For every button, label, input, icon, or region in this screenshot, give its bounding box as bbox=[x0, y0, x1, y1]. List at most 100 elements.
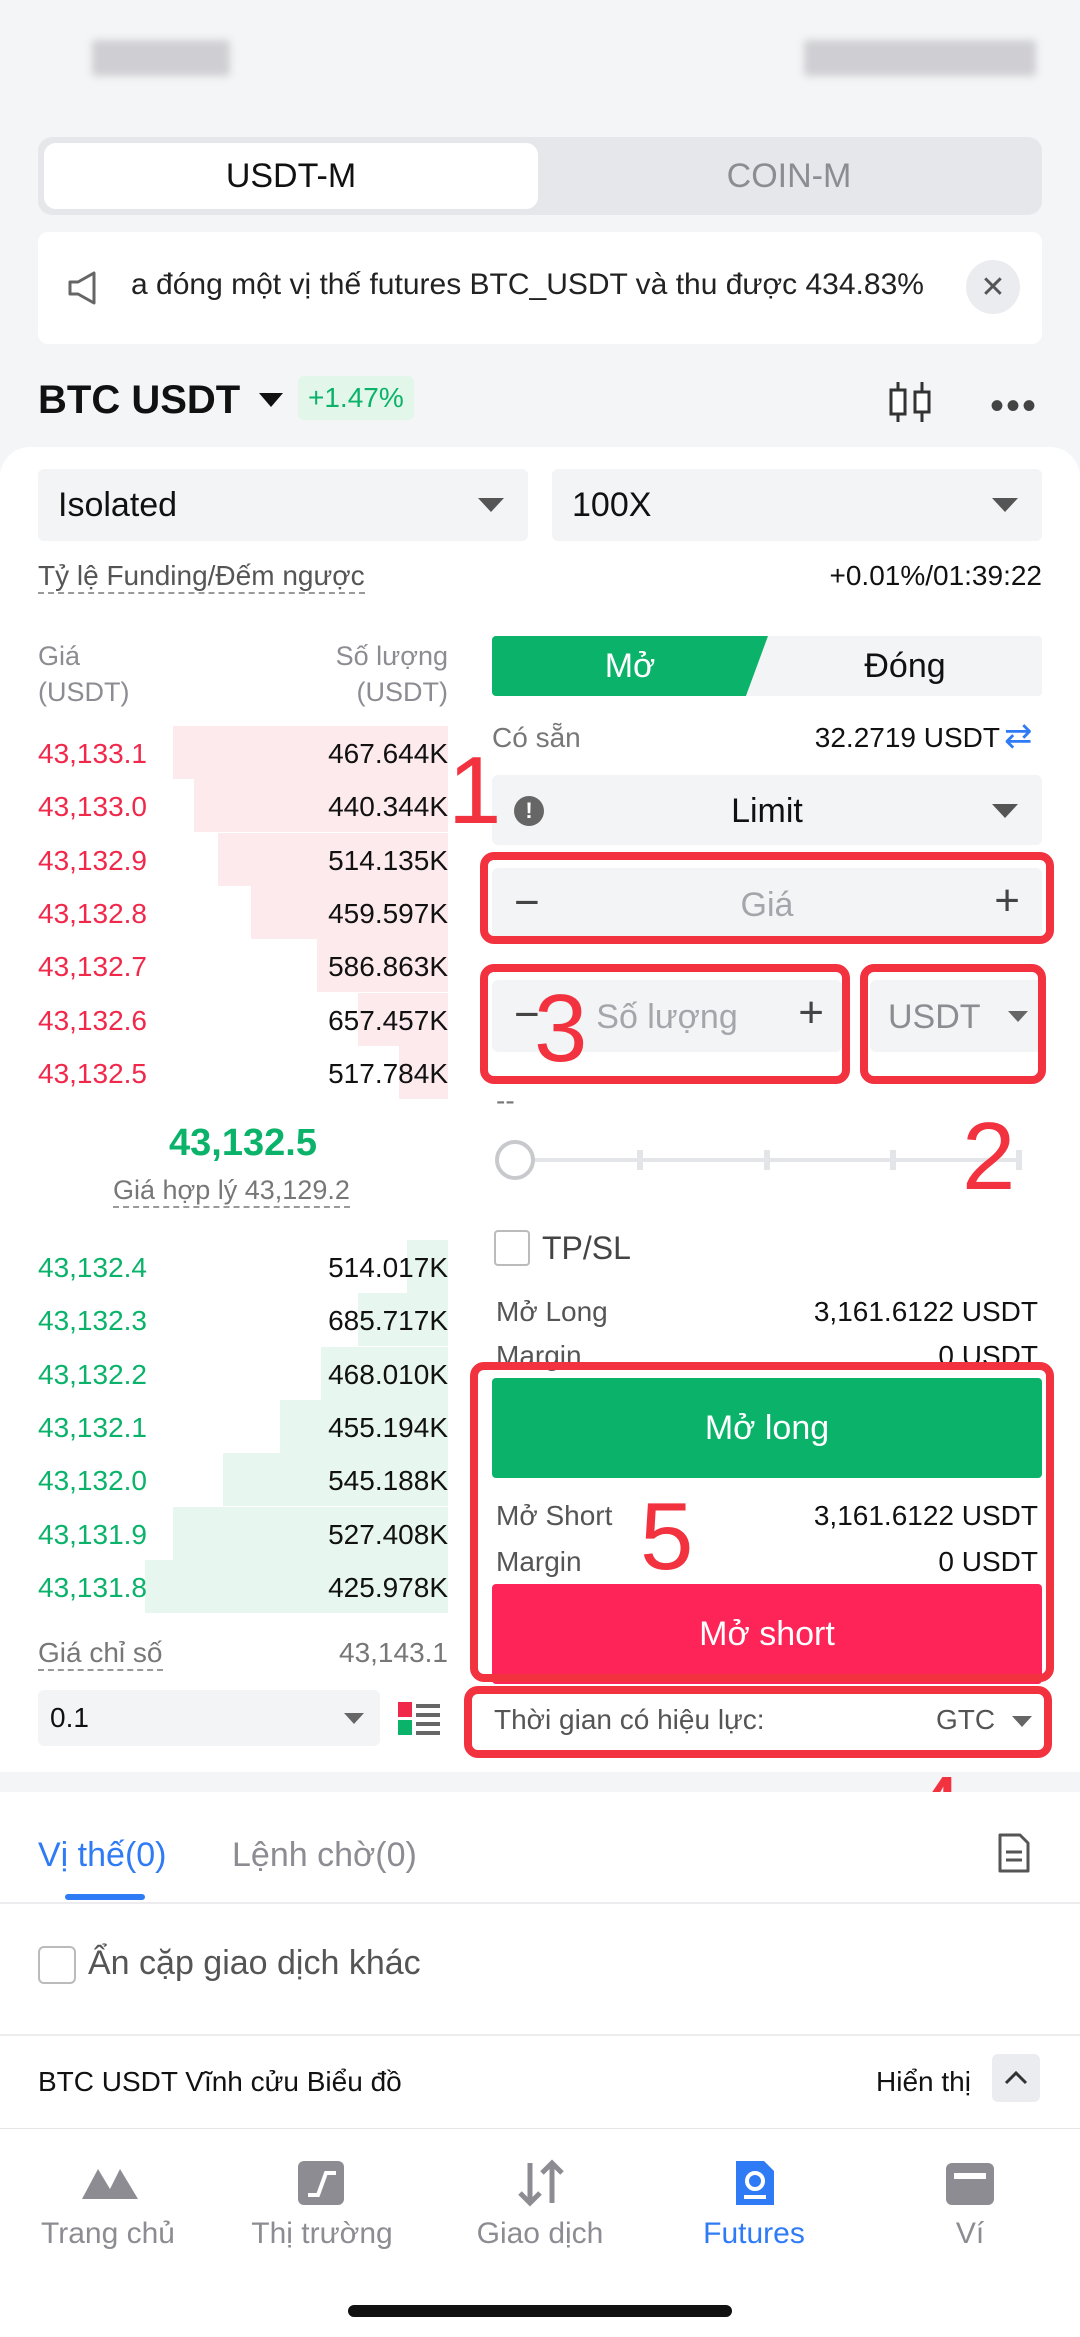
last-price: 43,132.5 bbox=[169, 1122, 317, 1164]
nav-trade[interactable]: Giao dịch bbox=[440, 2159, 640, 2251]
nav-home[interactable]: Trang chủ bbox=[8, 2159, 208, 2251]
order-type-select[interactable]: ! Limit bbox=[492, 775, 1042, 845]
nav-markets[interactable]: Thị trường bbox=[222, 2159, 422, 2251]
chart-show-label[interactable]: Hiển thị bbox=[876, 2066, 971, 2098]
nav-futures[interactable]: Futures bbox=[654, 2159, 854, 2251]
orderbook-qty-header: Số lượng (USDT) bbox=[335, 641, 448, 707]
bid-price: 43,132.1 bbox=[38, 1411, 147, 1443]
ask-price: 43,133.1 bbox=[38, 738, 147, 769]
bid-quantity: 545.188K bbox=[328, 1465, 448, 1497]
ask-price: 43,132.9 bbox=[38, 844, 147, 876]
bid-price: 43,132.3 bbox=[38, 1305, 147, 1337]
ask-row[interactable]: 43,132.5 517.784K bbox=[38, 1045, 448, 1099]
bid-row[interactable]: 43,132.4 514.017K bbox=[38, 1240, 448, 1293]
index-price-label[interactable]: Giá chỉ số bbox=[38, 1637, 163, 1671]
wallet-icon bbox=[942, 2159, 998, 2207]
nav-wallet[interactable]: Ví bbox=[870, 2159, 1070, 2251]
bid-row[interactable]: 43,131.8 425.978K bbox=[38, 1559, 448, 1613]
trade-arrows-icon bbox=[512, 2159, 568, 2207]
index-price-value: 43,143.1 bbox=[339, 1637, 448, 1668]
chevron-up-icon[interactable] bbox=[992, 2054, 1040, 2102]
ask-quantity: 657.457K bbox=[328, 1004, 448, 1036]
annotation-number-2: 2 bbox=[962, 1103, 1016, 1210]
ask-row[interactable]: 43,132.9 514.135K bbox=[38, 832, 448, 886]
bid-row[interactable]: 43,132.0 545.188K bbox=[38, 1453, 448, 1507]
divider bbox=[0, 1902, 1080, 1904]
bid-price: 43,132.2 bbox=[38, 1358, 147, 1390]
bid-quantity: 527.408K bbox=[328, 1518, 448, 1550]
bid-price: 43,132.4 bbox=[38, 1252, 147, 1283]
funding-rate-value: +0.01%/01:39:22 bbox=[829, 560, 1042, 591]
ask-price: 43,132.6 bbox=[38, 1004, 147, 1036]
futures-icon bbox=[726, 2159, 782, 2207]
bid-row[interactable]: 43,132.2 468.010K bbox=[38, 1346, 448, 1400]
ask-price: 43,132.7 bbox=[38, 951, 147, 983]
ask-price: 43,132.8 bbox=[38, 897, 147, 929]
ask-quantity: 440.344K bbox=[328, 791, 448, 823]
long-cost-value: 3,161.6122 USDT bbox=[813, 1296, 1038, 1327]
ask-row[interactable]: 43,132.6 657.457K bbox=[38, 992, 448, 1046]
close-ticker-icon[interactable]: ✕ bbox=[966, 260, 1020, 314]
annotation-box-buttons bbox=[470, 1362, 1054, 1682]
chevron-down-icon bbox=[478, 498, 504, 512]
funding-rate-label[interactable]: Tỷ lệ Funding/Đếm ngược bbox=[38, 560, 365, 594]
bid-quantity: 455.194K bbox=[328, 1411, 448, 1443]
document-icon[interactable] bbox=[996, 1832, 1032, 1879]
bid-price: 43,132.0 bbox=[38, 1465, 147, 1497]
long-cost-label: Mở Long bbox=[496, 1296, 608, 1327]
precision-select[interactable]: 0.1 bbox=[38, 1690, 380, 1746]
slider-handle[interactable] bbox=[495, 1140, 535, 1180]
annotation-number-3: 3 bbox=[534, 975, 588, 1082]
tab-usdt-m[interactable]: USDT-M bbox=[44, 143, 538, 209]
ask-row[interactable]: 43,133.0 440.344K bbox=[38, 779, 448, 833]
orderbook-layout-icon[interactable] bbox=[398, 1702, 440, 1741]
ask-quantity: 467.644K bbox=[328, 738, 448, 769]
market-type-tabs: USDT-M COIN-M bbox=[38, 137, 1042, 215]
bid-price: 43,131.8 bbox=[38, 1571, 147, 1603]
amount-slider[interactable] bbox=[492, 1140, 1042, 1180]
precision-value: 0.1 bbox=[50, 1702, 89, 1733]
hide-other-pairs-checkbox[interactable] bbox=[38, 1946, 76, 1984]
margin-mode-value: Isolated bbox=[58, 485, 178, 524]
ask-quantity: 517.784K bbox=[328, 1057, 448, 1089]
ask-quantity: 514.135K bbox=[328, 844, 448, 876]
annotation-number-1: 1 bbox=[448, 737, 502, 844]
leverage-select[interactable]: 100X bbox=[552, 469, 1042, 541]
fair-price[interactable]: Giá hợp lý 43,129.2 bbox=[113, 1175, 350, 1208]
markets-icon bbox=[294, 2159, 350, 2207]
available-label: Có sẵn bbox=[492, 722, 581, 753]
pair-selector[interactable]: BTC USDT bbox=[38, 378, 240, 423]
ask-row[interactable]: 43,133.1 467.644K bbox=[38, 726, 448, 779]
tab-coin-m[interactable]: COIN-M bbox=[542, 143, 1036, 209]
tab-open[interactable]: Mở bbox=[492, 636, 768, 696]
bid-quantity: 685.717K bbox=[328, 1305, 448, 1337]
tpsl-label: TP/SL bbox=[542, 1230, 631, 1266]
announcement-ticker[interactable]: a đóng một vị thế futures BTC_USDT và th… bbox=[38, 232, 1042, 344]
ask-row[interactable]: 43,132.8 459.597K bbox=[38, 885, 448, 939]
chart-bar-label: BTC USDT Vĩnh cửu Biểu đồ bbox=[38, 2066, 402, 2097]
tab-open-orders[interactable]: Lệnh chờ(0) bbox=[232, 1836, 417, 1875]
tpsl-checkbox[interactable] bbox=[494, 1230, 530, 1266]
bid-row[interactable]: 43,132.3 685.717K bbox=[38, 1293, 448, 1347]
megaphone-icon bbox=[66, 270, 106, 311]
bid-row[interactable]: 43,132.1 455.194K bbox=[38, 1399, 448, 1453]
ask-row[interactable]: 43,132.7 586.863K bbox=[38, 939, 448, 993]
more-icon[interactable]: ••• bbox=[990, 384, 1038, 429]
bid-row[interactable]: 43,131.9 527.408K bbox=[38, 1506, 448, 1560]
chevron-down-icon[interactable] bbox=[259, 393, 283, 407]
annotation-box-unit bbox=[860, 964, 1046, 1084]
home-indicator bbox=[348, 2305, 732, 2317]
margin-mode-select[interactable]: Isolated bbox=[38, 469, 528, 541]
chevron-down-icon bbox=[344, 1713, 364, 1724]
tab-positions[interactable]: Vị thế(0) bbox=[38, 1836, 167, 1875]
transfer-icon[interactable]: ⇄ bbox=[1004, 716, 1033, 756]
ask-quantity: 586.863K bbox=[328, 951, 448, 983]
status-bar-time bbox=[92, 40, 230, 76]
order-type-value: Limit bbox=[731, 792, 803, 830]
candlestick-icon[interactable] bbox=[884, 380, 936, 429]
ask-quantity: 459.597K bbox=[328, 897, 448, 929]
tab-close[interactable]: Đóng bbox=[768, 636, 1042, 696]
chevron-down-icon bbox=[992, 498, 1018, 512]
ticker-text: a đóng một vị thế futures BTC_USDT và th… bbox=[131, 268, 924, 301]
home-icon bbox=[80, 2159, 138, 2207]
